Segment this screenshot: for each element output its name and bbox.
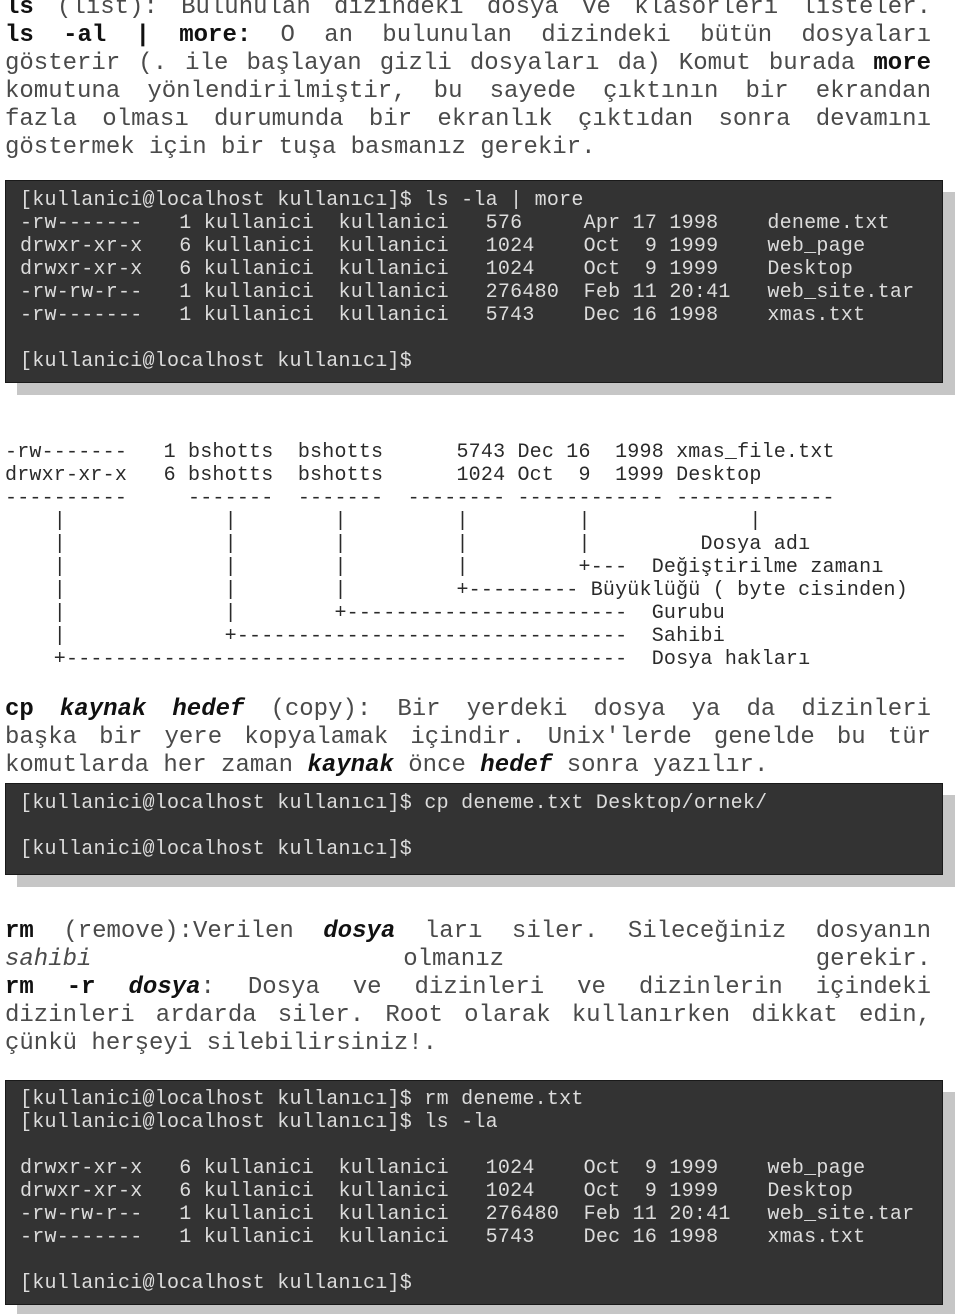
emphasis-text: kaynak — [59, 696, 147, 723]
terminal-output: [kullanici@localhost kullanıcı]$ ls -la … — [20, 189, 914, 373]
text-line: rm (remove):Verilen dosya ları siler. Si… — [5, 918, 931, 946]
terminal-output: [kullanici@localhost kullanıcı]$ cp dene… — [20, 792, 767, 861]
terminal-line: -rw-rw-r-- 1 kullanici kullanici 276480 … — [20, 1203, 915, 1226]
paragraph-cp: cp kaynak hedef (copy): Bir yerdeki dosy… — [5, 696, 931, 780]
body-text: çünkü herşeyi silebilirsiniz!. — [5, 1030, 438, 1057]
ls-columns-diagram: -rw------- 1 bshotts bshotts 5743 Dec 16… — [5, 441, 908, 671]
terminal-line: -rw------- 1 kullanici kullanici 576 Apr… — [20, 212, 890, 235]
emphasis-text: cp — [5, 696, 34, 723]
text-line: başka bir yere kopyalamak içindir. Unix'… — [5, 724, 931, 752]
terminal-ls-la: [kullanici@localhost kullanıcı]$ ls -la … — [5, 180, 943, 383]
emphasis-text: dosya — [323, 918, 396, 945]
terminal-line: -rw------- 1 kullanici kullanici 5743 De… — [20, 304, 866, 327]
text-line: cp kaynak hedef (copy): Bir yerdeki dosy… — [5, 696, 931, 724]
diagram-line: | | | | | | — [5, 510, 762, 533]
emphasis-text: hedef — [480, 752, 553, 779]
body-text: (copy): Bir yerdeki dosya ya da dizinler… — [244, 696, 931, 723]
body-text: önce — [393, 752, 481, 779]
body-text: ları siler. Sileceğiniz dosyanın — [395, 918, 931, 945]
body-text: göstermek için bir tuşa basmanız gerekir… — [5, 134, 596, 161]
diagram-line: | | | +--------- Büyüklüğü ( byte cisind… — [5, 579, 908, 602]
terminal-line: [kullanici@localhost kullanıcı]$ ls -la — [20, 1111, 498, 1134]
terminal-line: [kullanici@localhost kullanıcı]$ — [20, 350, 413, 373]
body-text: komutuna yönlendirilmiştir, bu sayede çı… — [5, 78, 931, 105]
terminal-line: drwxr-xr-x 6 kullanici kullanici 1024 Oc… — [20, 1180, 854, 1203]
text-line: çünkü herşeyi silebilirsiniz!. — [5, 1030, 931, 1058]
emphasis-text: more — [873, 50, 931, 77]
terminal-line: [kullanici@localhost kullanıcı]$ cp dene… — [20, 792, 768, 815]
text-line: ls (list): Bulunulan dizindeki dosya ve … — [5, 0, 931, 22]
diagram-line: | | +----------------------- Gurubu — [5, 602, 725, 625]
body-text: O an bulunulan dizindeki bütün dosyaları — [251, 22, 931, 49]
text-line: gösterir (. ile başlayan gizli dosyaları… — [5, 50, 931, 78]
body-text: sonra yazılır. — [552, 752, 769, 779]
terminal-line: [kullanici@localhost kullanıcı]$ — [20, 1272, 413, 1295]
emphasis-text: ls -al | more: — [5, 22, 252, 49]
emphasis-text: sahibi — [5, 946, 92, 973]
terminal-rm: [kullanici@localhost kullanıcı]$ rm dene… — [5, 1080, 943, 1305]
emphasis-text: dosya — [128, 974, 201, 1001]
diagram-line: | +-------------------------------- Sahi… — [5, 625, 725, 648]
diagram-line: +---------------------------------------… — [5, 648, 811, 671]
terminal-cp: [kullanici@localhost kullanıcı]$ cp dene… — [5, 783, 943, 875]
text-line: komutlarda her zaman kaynak önce hedef s… — [5, 752, 931, 780]
body-text: : Dosya ve dizinleri ve dizinlerin içind… — [200, 974, 932, 1001]
terminal-output: [kullanici@localhost kullanıcı]$ rm dene… — [20, 1088, 914, 1295]
text-line: dizinleri ardarda siler. Root olarak kul… — [5, 1002, 931, 1030]
body-text: (remove):Verilen — [33, 918, 324, 945]
paragraph-rm: rm (remove):Verilen dosya ları siler. Si… — [5, 918, 931, 1058]
diagram-line: -rw------- 1 bshotts bshotts 5743 Dec 16… — [5, 441, 835, 464]
body-text: gösterir (. ile başlayan gizli dosyaları… — [5, 50, 874, 77]
text-line: fazla olması durumunda bir ekranlık çıkt… — [5, 106, 931, 134]
emphasis-text: hedef — [172, 696, 245, 723]
diagram-line: | | | | | Dosya adı — [5, 533, 811, 556]
body-text: fazla olması durumunda bir ekranlık çıkt… — [5, 106, 931, 133]
body-text: (list): Bulunulan dizindeki dosya ve kla… — [33, 0, 931, 21]
text-line: ls -al | more: O an bulunulan dizindeki … — [5, 22, 931, 50]
terminal-line: [kullanici@localhost kullanıcı]$ rm dene… — [20, 1088, 584, 1111]
emphasis-text: ls — [5, 0, 34, 21]
body-text — [96, 974, 129, 1001]
text-line: komutuna yönlendirilmiştir, bu sayede çı… — [5, 78, 931, 106]
terminal-line: [kullanici@localhost kullanıcı]$ — [20, 838, 413, 861]
diagram-line: drwxr-xr-x 6 bshotts bshotts 1024 Oct 9 … — [5, 464, 762, 487]
terminal-line: -rw------- 1 kullanici kullanici 5743 De… — [20, 1226, 866, 1249]
body-text: dizinleri ardarda siler. Root olarak kul… — [5, 1002, 931, 1029]
body-text: komutlarda her zaman — [5, 752, 308, 779]
emphasis-text: rm — [5, 918, 34, 945]
terminal-line: [kullanici@localhost kullanıcı]$ ls -la … — [20, 189, 584, 212]
terminal-line: drwxr-xr-x 6 kullanici kullanici 1024 Oc… — [20, 235, 866, 258]
emphasis-text: rm -r — [5, 974, 96, 1001]
text-line: rm -r dosya: Dosya ve dizinleri ve dizin… — [5, 974, 931, 1002]
body-text: başka bir yere kopyalamak içindir. Unix'… — [5, 724, 931, 751]
body-text — [34, 696, 60, 723]
emphasis-text: kaynak — [307, 752, 394, 779]
text-line: sahibi olmanız gerekir. — [5, 946, 931, 974]
text-line: göstermek için bir tuşa basmanız gerekir… — [5, 134, 931, 162]
body-text — [146, 696, 172, 723]
paragraph-ls: ls (list): Bulunulan dizindeki dosya ve … — [5, 0, 931, 162]
terminal-line: -rw-rw-r-- 1 kullanici kullanici 276480 … — [20, 281, 915, 304]
diagram-line: | | | | +--- Değiştirilme zamanı — [5, 556, 884, 579]
body-text: olmanız gerekir. — [91, 946, 931, 973]
terminal-line: drwxr-xr-x 6 kullanici kullanici 1024 Oc… — [20, 258, 854, 281]
diagram-line: ---------- ------- ------- -------- ----… — [5, 487, 835, 510]
terminal-line: drwxr-xr-x 6 kullanici kullanici 1024 Oc… — [20, 1157, 866, 1180]
